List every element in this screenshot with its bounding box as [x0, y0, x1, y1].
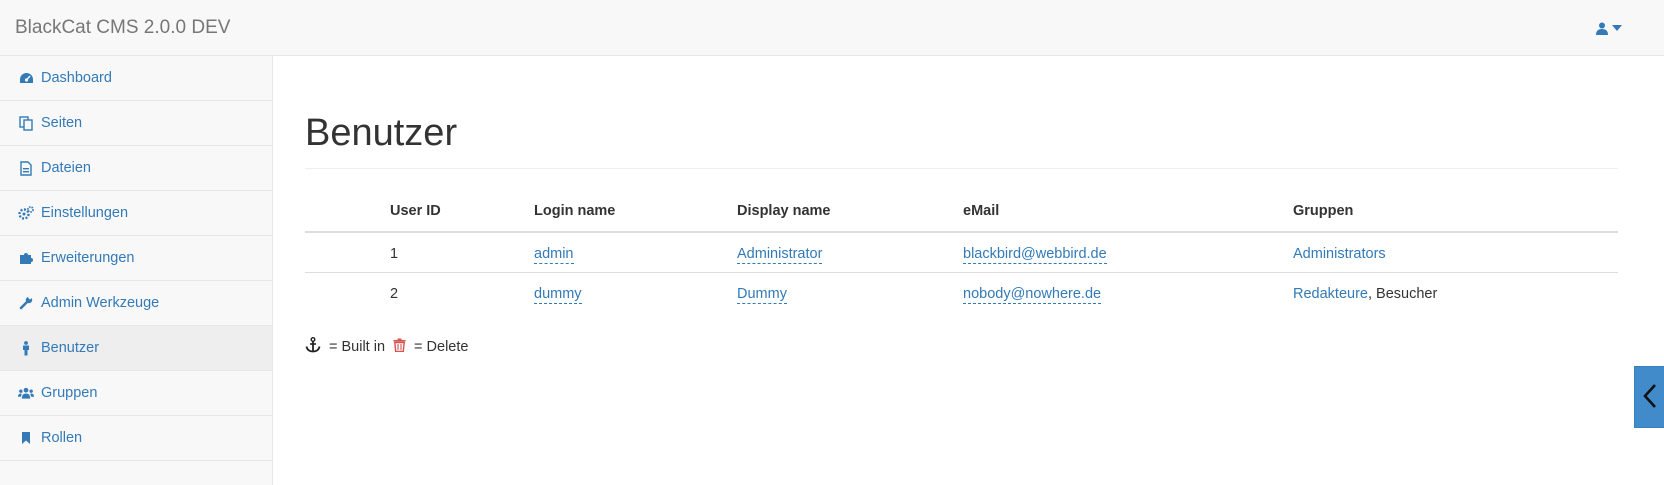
app-brand[interactable]: BlackCat CMS 2.0.0 DEV	[15, 17, 230, 39]
legend-builtin-label: = Built in	[329, 339, 386, 355]
sidebar-item-label: Dashboard	[41, 70, 112, 86]
anchor-icon	[305, 337, 321, 357]
collapse-panel-tab[interactable]	[1634, 366, 1664, 428]
display-name-value[interactable]: Dummy	[737, 286, 787, 304]
user-id-cell: 2	[390, 286, 399, 302]
chevron-left-icon	[1642, 383, 1657, 412]
column-header-user-id: User ID	[390, 203, 441, 219]
sidebar-item-dateien[interactable]: Dateien	[0, 146, 272, 191]
sidebar-item-label: Dateien	[41, 160, 91, 176]
sidebar: Dashboard Seiten Dateien Einstellungen E…	[0, 56, 273, 485]
caret-down-icon	[1612, 25, 1622, 31]
sidebar-item-gruppen[interactable]: Gruppen	[0, 371, 272, 416]
user-menu[interactable]	[1596, 18, 1630, 38]
sidebar-item-benutzer[interactable]: Benutzer	[0, 326, 272, 371]
display-name-cell[interactable]: Dummy	[737, 286, 787, 304]
sidebar-item-label: Gruppen	[41, 385, 98, 401]
group-plain-text: , Besucher	[1367, 286, 1438, 302]
sidebar-item-label: Erweiterungen	[41, 250, 135, 266]
puzzle-icon	[18, 250, 34, 266]
sidebar-item-dashboard[interactable]: Dashboard	[0, 56, 272, 101]
sidebar-item-erweiterungen[interactable]: Erweiterungen	[0, 236, 272, 281]
sidebar-item-label: Rollen	[41, 430, 83, 446]
file-icon	[18, 160, 34, 176]
sidebar-item-rollen[interactable]: Rollen	[0, 416, 272, 461]
group-link[interactable]: Administrators	[1293, 246, 1386, 262]
sidebar-item-label: Einstellungen	[41, 205, 129, 221]
sidebar-item-label: Benutzer	[41, 340, 100, 356]
column-header-gruppen: Gruppen	[1293, 203, 1354, 219]
email-cell[interactable]: nobody@nowhere.de	[963, 286, 1102, 304]
wrench-icon	[18, 295, 34, 311]
cogs-icon	[18, 205, 34, 221]
display-name-cell[interactable]: Administrator	[737, 246, 823, 264]
table-header-divider	[305, 231, 1618, 233]
copy-icon	[18, 115, 34, 131]
legend: = Built in = Delete	[305, 337, 468, 357]
login-name-cell[interactable]: admin	[534, 246, 574, 264]
trash-icon	[393, 338, 406, 356]
sidebar-item-label: Admin Werkzeuge	[41, 295, 160, 311]
sidebar-item-admin-werkzeuge[interactable]: Admin Werkzeuge	[0, 281, 272, 326]
user-icon	[1596, 22, 1608, 35]
display-name-value[interactable]: Administrator	[737, 246, 823, 264]
sidebar-item-label: Seiten	[41, 115, 83, 131]
groups-cell: Redakteure, Besucher	[1293, 286, 1437, 302]
login-name-value[interactable]: admin	[534, 246, 574, 264]
email-value[interactable]: nobody@nowhere.de	[963, 286, 1102, 304]
login-name-cell[interactable]: dummy	[534, 286, 582, 304]
email-cell[interactable]: blackbird@webbird.de	[963, 246, 1107, 264]
dashboard-icon	[18, 70, 34, 86]
title-divider	[305, 168, 1618, 169]
groups-cell: Administrators	[1293, 246, 1386, 262]
column-header-login-name: Login name	[534, 203, 616, 219]
sidebar-item-seiten[interactable]: Seiten	[0, 101, 272, 146]
login-name-value[interactable]: dummy	[534, 286, 582, 304]
top-navbar: BlackCat CMS 2.0.0 DEV	[0, 0, 1664, 56]
table-row-divider	[305, 272, 1618, 273]
male-icon	[18, 340, 34, 356]
sidebar-item-einstellungen[interactable]: Einstellungen	[0, 191, 272, 236]
user-id-cell: 1	[390, 246, 399, 262]
email-value[interactable]: blackbird@webbird.de	[963, 246, 1107, 264]
group-link[interactable]: Redakteure	[1293, 286, 1368, 302]
legend-delete-label: = Delete	[414, 339, 469, 355]
column-header-email: eMail	[963, 203, 1000, 219]
users-icon	[18, 385, 34, 401]
column-header-display-name: Display name	[737, 203, 831, 219]
bookmark-icon	[18, 430, 34, 446]
page-title: Benutzer	[305, 112, 458, 154]
